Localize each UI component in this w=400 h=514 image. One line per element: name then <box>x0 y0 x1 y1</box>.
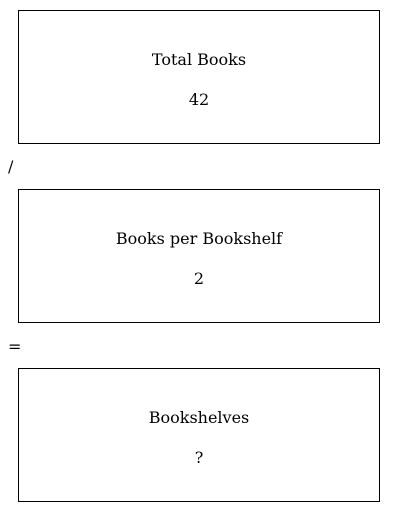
divide-operator: / <box>8 157 14 176</box>
bookshelves-value: ? <box>194 448 204 467</box>
total-books-value: 42 <box>188 90 210 109</box>
bookshelves-box: Bookshelves ? <box>18 368 380 502</box>
equals-operator: = <box>8 337 22 356</box>
total-books-box: Total Books 42 <box>18 10 380 144</box>
books-per-bookshelf-box: Books per Bookshelf 2 <box>18 189 380 323</box>
books-per-bookshelf-value: 2 <box>193 269 205 288</box>
bookshelves-label: Bookshelves <box>148 408 250 427</box>
total-books-label: Total Books <box>151 50 247 69</box>
books-per-bookshelf-label: Books per Bookshelf <box>115 229 283 248</box>
